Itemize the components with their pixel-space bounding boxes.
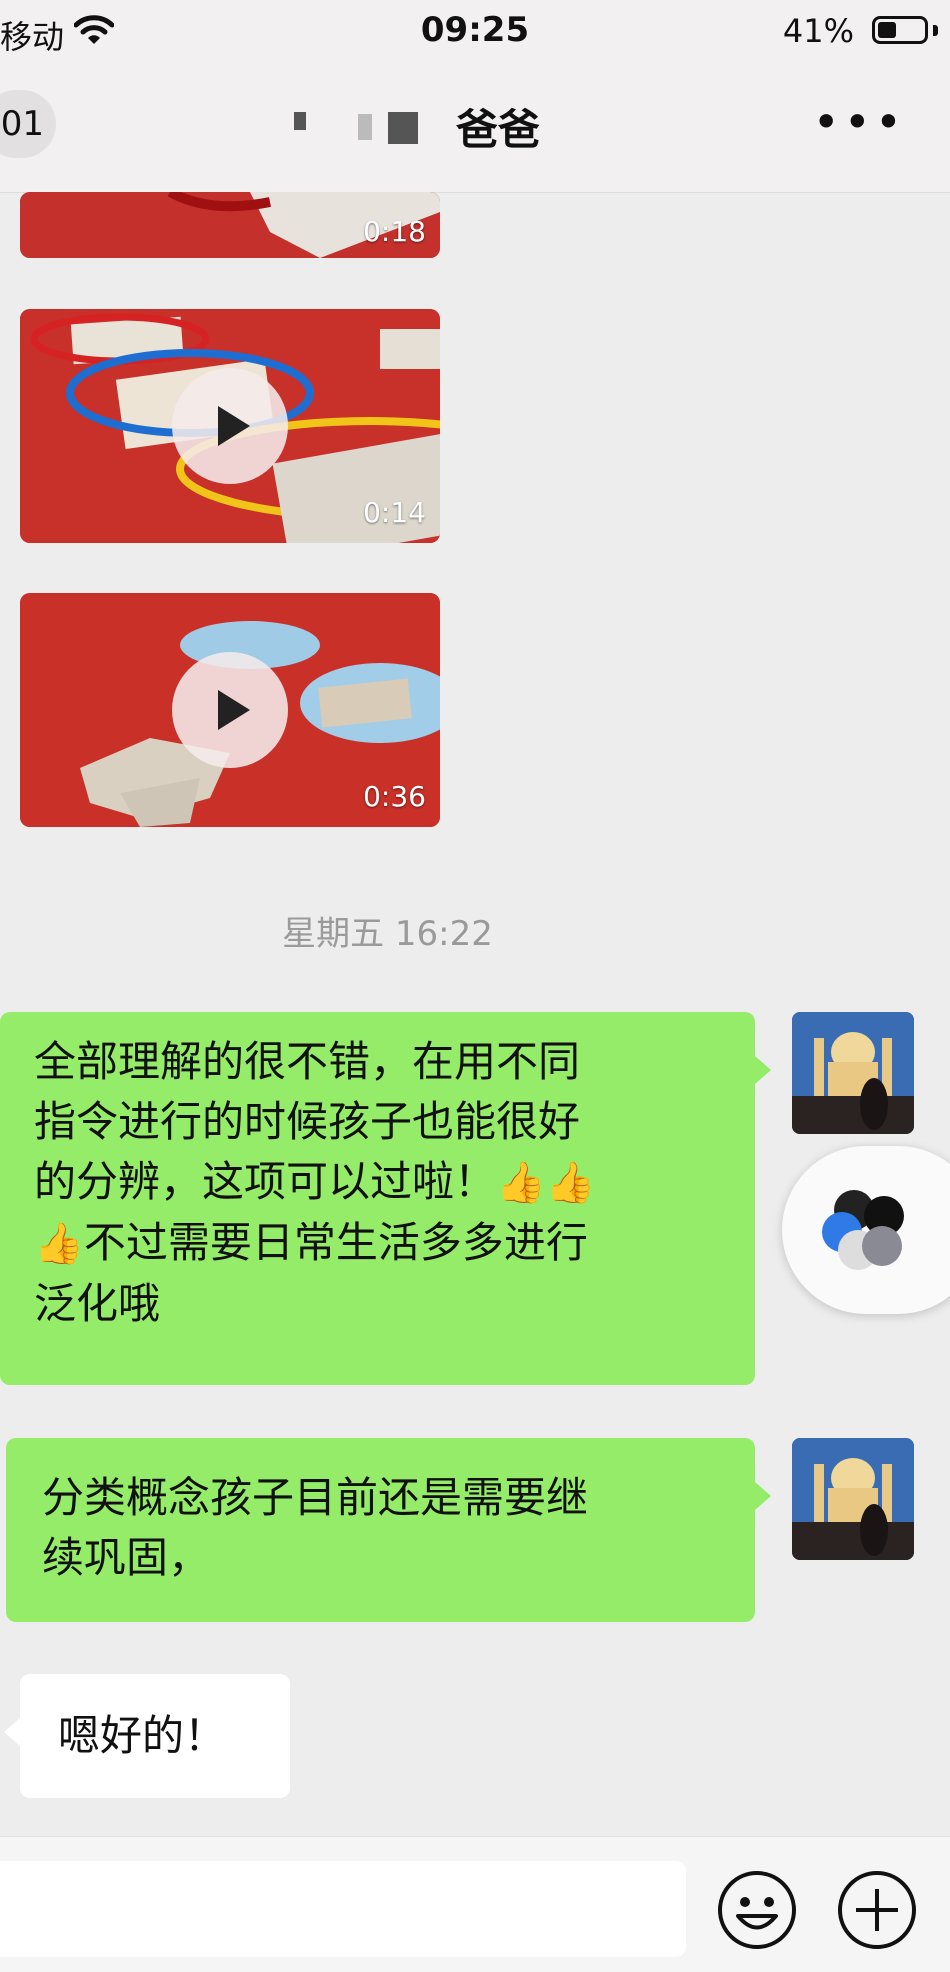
battery-percent: 41% xyxy=(782,12,854,50)
message-text: 嗯好的！ xyxy=(58,1711,227,1760)
sent-message-bubble[interactable]: 全部理解的很不错，在用不同 指令进行的时候孩子也能很好 的分辨，这项可以过啦！👍… xyxy=(0,1012,771,1385)
message-line: 指令进行的时候孩子也能很好 xyxy=(34,1097,581,1146)
video-message[interactable]: 0:18 xyxy=(20,192,440,258)
battery-icon xyxy=(872,16,928,44)
message-line: 续巩固， xyxy=(42,1533,211,1582)
video-duration: 0:36 xyxy=(363,780,426,813)
chat-title-text: 爸爸 xyxy=(455,105,540,154)
avatar-image xyxy=(792,1438,914,1560)
floating-assistant-button[interactable] xyxy=(782,1146,950,1314)
message-line: 全部理解的很不错，在用不同 xyxy=(34,1037,581,1086)
message-line-text: 的分辨，这项可以过啦！ xyxy=(34,1157,497,1206)
chat-header: 01 爸爸 ••• xyxy=(0,62,950,193)
thumbs-up-icon: 👍 xyxy=(34,1221,84,1267)
avatar[interactable] xyxy=(792,1438,914,1560)
input-bar xyxy=(0,1836,950,1972)
thumbs-up-icon: 👍 xyxy=(496,1160,546,1206)
message-line: 分类概念孩子目前还是需要继 xyxy=(42,1473,589,1522)
chat-title: 爸爸 xyxy=(0,96,950,157)
video-message[interactable]: 0:36 xyxy=(20,593,440,827)
more-icon[interactable]: ••• xyxy=(813,99,906,145)
avatar[interactable] xyxy=(792,1012,914,1134)
play-icon[interactable] xyxy=(172,652,288,768)
message-timestamp: 星期五 16:22 xyxy=(282,914,493,954)
video-duration: 0:14 xyxy=(363,496,426,529)
play-icon[interactable] xyxy=(172,368,288,484)
sent-message-bubble[interactable]: 分类概念孩子目前还是需要继 续巩固， xyxy=(6,1438,771,1622)
received-message-bubble[interactable]: 嗯好的！ xyxy=(4,1674,290,1798)
video-message[interactable]: 0:14 xyxy=(20,309,440,543)
message-line: 泛化哦 xyxy=(34,1279,161,1328)
thumbs-up-icon: 👍 xyxy=(545,1160,596,1206)
emoji-icon[interactable] xyxy=(716,1869,798,1951)
message-input[interactable] xyxy=(0,1861,686,1957)
battery-tip xyxy=(933,25,938,36)
message-line-text: 不过需要日常生活多多进行 xyxy=(83,1218,588,1267)
status-bar: 移动 09:25 41% xyxy=(0,0,950,62)
assistant-logo-icon xyxy=(822,1190,904,1270)
video-duration: 0:18 xyxy=(363,215,426,248)
avatar-image xyxy=(792,1012,914,1134)
plus-icon[interactable] xyxy=(836,1869,918,1951)
message-line: 的分辨，这项可以过啦！👍👍 xyxy=(34,1152,725,1213)
message-line: 👍不过需要日常生活多多进行 xyxy=(34,1213,725,1274)
